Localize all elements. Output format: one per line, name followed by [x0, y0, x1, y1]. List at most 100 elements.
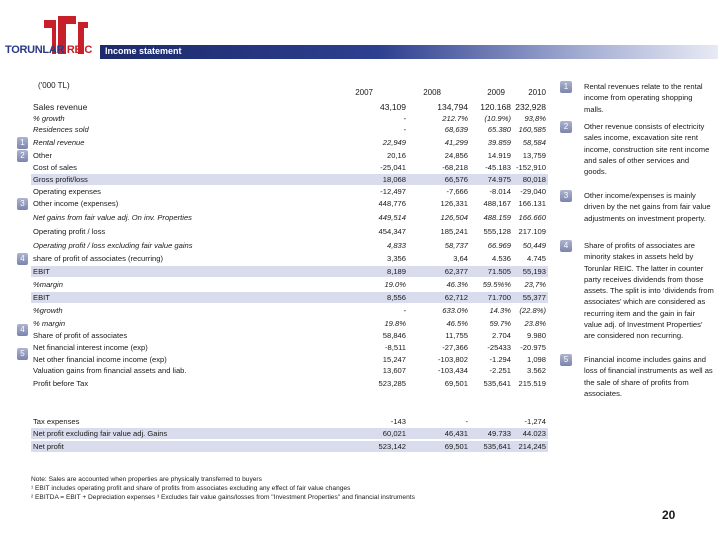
cell-value: 15,247 — [382, 355, 406, 364]
cell-value: 58,584 — [522, 138, 546, 147]
cell-value: 46.3% — [446, 280, 468, 289]
cell-value: 14.3% — [489, 306, 511, 315]
cell-value: -12,497 — [380, 187, 406, 196]
cell-value: 448,776 — [378, 199, 406, 208]
cell-value: 23,7% — [524, 280, 546, 289]
cell-value: -8.014 — [489, 187, 511, 196]
table-row: EBIT 8,556 62,712 71.700 55,377 — [31, 292, 548, 303]
note-badge: 2 — [560, 121, 572, 133]
table-row: Share of profit of associates 58,846 11,… — [31, 330, 548, 341]
cell-value: 46.5% — [446, 319, 468, 328]
cell-value: 1,098 — [526, 355, 546, 364]
cell-value: 217.109 — [518, 227, 546, 236]
cell-value: - — [403, 114, 406, 123]
cell-value: 126,331 — [440, 199, 468, 208]
cell-value: -45.183 — [485, 163, 511, 172]
table-row: Net other financial income income (exp) … — [31, 354, 548, 365]
table-row: Operating expenses -12,497 -7,666 -8.014… — [31, 186, 548, 197]
cell-value: - — [403, 125, 406, 134]
cell-value: 555,128 — [483, 227, 511, 236]
cell-value: 2.704 — [491, 331, 511, 340]
cell-value: 488.159 — [483, 213, 511, 222]
table-row: EBIT 8,189 62,377 71.505 55,193 — [31, 266, 548, 277]
table-row: Operating profit / loss 454,347 185,241 … — [31, 226, 548, 237]
logo-brand: TORUNLAR — [5, 44, 65, 56]
cell-value: 3.562 — [526, 366, 546, 375]
row-label: Net financial interest income (exp) — [33, 343, 148, 352]
cell-value: 11,755 — [445, 331, 468, 340]
cell-value: -25433 — [487, 343, 511, 352]
table-row: % growth - 212.7% (10.9%) 93,8% — [31, 113, 548, 124]
cell-value: 19.8% — [384, 319, 406, 328]
note-text: Share of profits of associates are minor… — [584, 241, 714, 341]
cell-value: 4,833 — [386, 241, 406, 250]
cell-value: 13,759 — [522, 151, 546, 160]
note-badge: 4 — [560, 240, 572, 252]
cell-value: 215.519 — [518, 379, 546, 388]
cell-value: -103,802 — [438, 355, 468, 364]
cell-value: 523,142 — [378, 442, 406, 451]
cell-value: 24,856 — [444, 151, 468, 160]
cell-value: 160,585 — [518, 125, 546, 134]
cell-value: - — [465, 417, 468, 426]
cell-value: -27,366 — [442, 343, 468, 352]
cell-value: 44.023 — [522, 429, 546, 438]
table-row: Profit before Tax 523,285 69,501 535,641… — [31, 378, 548, 389]
row-label: EBIT — [33, 293, 50, 302]
table-row: Net profit 523,142 69,501 535,641 214,24… — [31, 441, 548, 452]
cell-value: 3,356 — [386, 254, 406, 263]
cell-value: 8,189 — [386, 267, 406, 276]
footnote: ² EBITDA = EBIT + Depreciation expenses … — [31, 494, 415, 501]
cell-value: 134,794 — [437, 102, 468, 112]
note-text: Other income/expenses is mainly driven b… — [584, 191, 711, 223]
cell-value: 71.700 — [487, 293, 511, 302]
table-row: Gross profit/loss 18,068 66,576 74.975 8… — [31, 174, 548, 185]
row-label: Residences sold — [33, 125, 89, 134]
cell-value: 3,64 — [453, 254, 468, 263]
cell-value: 8,556 — [386, 293, 406, 302]
row-label: Operating expenses — [33, 187, 101, 196]
cell-value: - — [403, 306, 406, 315]
row-marker: 5 — [17, 348, 28, 360]
cell-value: -29,040 — [520, 187, 546, 196]
cell-value: 9.980 — [526, 331, 546, 340]
table-row: Net profit excluding fair value adj. Gai… — [31, 428, 548, 439]
unit-label: ('000 TL) — [38, 81, 70, 90]
logo-wordmark: TORUNLAR REIC — [5, 44, 92, 56]
title-bar: Income statement — [100, 45, 718, 59]
table-row: % margin 19.8% 46.5% 59.7% 23.8% — [31, 318, 548, 329]
row-label: Cost of sales — [33, 163, 77, 172]
cell-value: 214,245 — [518, 442, 546, 451]
cell-value: 454,347 — [378, 227, 406, 236]
cell-value: -143 — [390, 417, 406, 426]
cell-value: 59.7% — [489, 319, 511, 328]
row-label: share of profit of associates (recurring… — [33, 254, 163, 263]
row-label: Sales revenue — [33, 102, 88, 112]
cell-value: 523,285 — [378, 379, 406, 388]
cell-value: 4.745 — [526, 254, 546, 263]
cell-value: 58,846 — [382, 331, 406, 340]
cell-value: -1,274 — [524, 417, 546, 426]
table-row: Net gains from fair value adj. On inv. P… — [31, 212, 548, 223]
table-row: Other income (expenses) 448,776 126,331 … — [31, 198, 548, 209]
cell-value: 41,299 — [444, 138, 468, 147]
row-label: Gross profit/loss — [33, 175, 88, 184]
cell-value: 62,377 — [444, 267, 468, 276]
table-row: share of profit of associates (recurring… — [31, 253, 548, 264]
cell-value: (10.9%) — [484, 114, 511, 123]
cell-value: 20,16 — [386, 151, 406, 160]
row-marker: 2 — [17, 150, 28, 162]
cell-value: 59.5%% — [482, 280, 511, 289]
cell-value: 60,021 — [382, 429, 406, 438]
row-marker: 1 — [17, 137, 28, 149]
year-header-2007: 2007 — [355, 88, 373, 97]
table-row: Operating profit / loss excluding fair v… — [31, 240, 548, 251]
cell-value: 13,607 — [382, 366, 406, 375]
cell-value: -152,910 — [516, 163, 546, 172]
cell-value: -1.294 — [489, 355, 511, 364]
cell-value: -7,666 — [446, 187, 468, 196]
table-row: Net financial interest income (exp) -8,5… — [31, 342, 548, 353]
year-header-2010: 2010 — [528, 88, 546, 97]
cell-value: 74.975 — [487, 175, 511, 184]
row-label: Share of profit of associates — [33, 331, 128, 340]
